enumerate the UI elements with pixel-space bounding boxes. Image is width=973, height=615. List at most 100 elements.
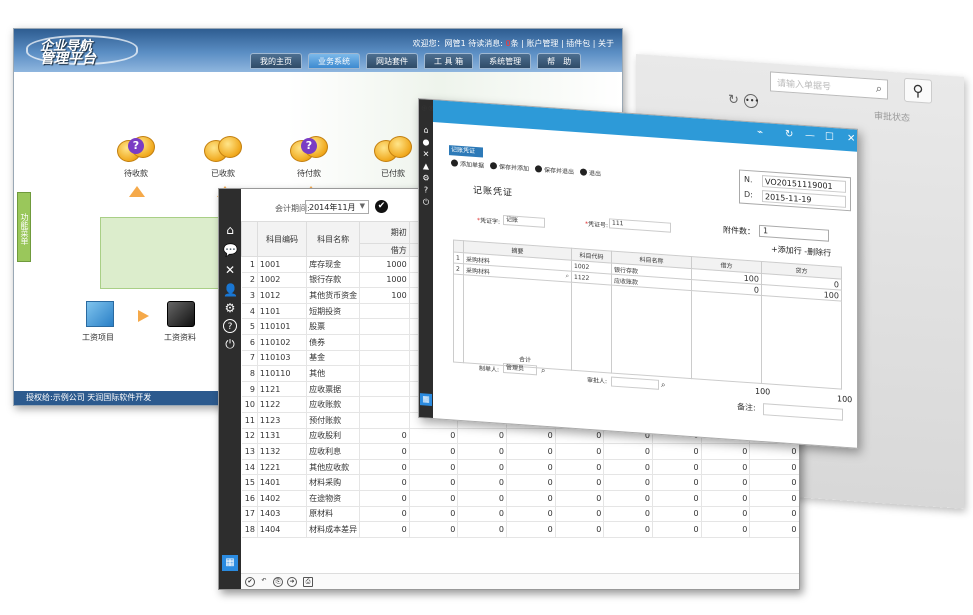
account-code-cell[interactable]: 1404 bbox=[256, 521, 307, 538]
account-code-cell[interactable]: 1221 bbox=[256, 459, 307, 476]
gear-icon[interactable]: ⚙ bbox=[223, 301, 237, 315]
user-icon[interactable]: ▲ bbox=[421, 161, 431, 172]
opening-debit-cell[interactable] bbox=[359, 412, 410, 429]
amount-cell[interactable]: 0 bbox=[749, 474, 799, 491]
amount-cell[interactable]: 0 bbox=[506, 506, 556, 523]
account-code-cell[interactable]: 1401 bbox=[256, 474, 307, 491]
voucher-tab[interactable]: 记账凭证 bbox=[449, 145, 483, 158]
opening-debit-cell[interactable] bbox=[359, 303, 410, 320]
amount-cell[interactable]: 0 bbox=[749, 490, 799, 507]
amount-cell[interactable]: 0 bbox=[651, 474, 702, 491]
amount-cell[interactable]: 0 bbox=[603, 506, 653, 523]
table-row[interactable]: 13 1132 应收利息 0 0 0 0 0 0 0 0 0 bbox=[241, 443, 799, 460]
amount-cell[interactable]: 0 bbox=[651, 443, 702, 460]
voucher-date-field[interactable]: 2015-11-19 bbox=[762, 190, 846, 208]
row-number[interactable]: 3 bbox=[241, 287, 258, 304]
row-number[interactable]: 12 bbox=[241, 428, 258, 445]
account-name-cell[interactable]: 应收账款 bbox=[306, 396, 360, 413]
opening-debit-cell[interactable]: 0 bbox=[359, 506, 410, 523]
table-row[interactable]: 16 1402 在途物资 0 0 0 0 0 0 0 0 0 bbox=[241, 490, 799, 507]
amount-cell[interactable]: 0 bbox=[700, 474, 750, 491]
account-name-cell[interactable]: 股票 bbox=[306, 318, 360, 335]
account-code-cell[interactable]: 1012 bbox=[256, 287, 307, 304]
account-code-cell[interactable]: 1123 bbox=[256, 412, 307, 429]
row-number[interactable]: 9 bbox=[241, 381, 258, 398]
account-name-cell[interactable]: 银行存款 bbox=[306, 272, 360, 289]
payable-pending-icon[interactable]: ? bbox=[290, 134, 330, 164]
amount-cell[interactable]: 0 bbox=[700, 490, 750, 507]
paid-label[interactable]: 已付款 bbox=[381, 168, 405, 179]
amount-cell[interactable]: 0 bbox=[749, 459, 799, 476]
row-number[interactable]: 15 bbox=[241, 474, 258, 491]
next-icon[interactable]: ➜ bbox=[287, 577, 297, 587]
copy-icon[interactable]: ⎘ bbox=[273, 577, 283, 587]
minimize-icon[interactable]: — bbox=[805, 130, 815, 142]
amount-cell[interactable]: 0 bbox=[651, 521, 702, 538]
tab-toolbox[interactable]: 工 具 箱 bbox=[424, 53, 474, 69]
amount-cell[interactable]: 0 bbox=[408, 428, 458, 445]
refresh-icon[interactable]: ↻ bbox=[728, 92, 739, 108]
amount-cell[interactable]: 0 bbox=[408, 443, 458, 460]
row-number[interactable]: 18 bbox=[241, 521, 258, 538]
pin-icon[interactable]: ⌁ bbox=[757, 127, 763, 138]
maximize-icon[interactable]: ☐ bbox=[825, 131, 834, 143]
maker-field[interactable]: 管理员 bbox=[503, 362, 537, 376]
add-row-button[interactable]: +添加行 bbox=[771, 245, 802, 256]
row-number[interactable]: 6 bbox=[241, 334, 258, 351]
amount-cell[interactable]: 0 bbox=[506, 459, 556, 476]
document-search-input[interactable]: 请输入单据号 ⌕ bbox=[770, 71, 888, 100]
account-code-cell[interactable]: 1122 bbox=[256, 396, 307, 413]
row-number[interactable]: 7 bbox=[241, 350, 258, 367]
opening-debit-cell[interactable]: 0 bbox=[359, 474, 410, 491]
amount-cell[interactable]: 0 bbox=[603, 443, 653, 460]
amount-cell[interactable]: 0 bbox=[651, 506, 702, 523]
account-name-cell[interactable]: 其他货币资金 bbox=[306, 287, 360, 304]
row-number[interactable]: 2 bbox=[241, 272, 258, 289]
exit-button[interactable]: 退出 bbox=[580, 167, 601, 178]
opening-debit-cell[interactable] bbox=[359, 381, 410, 398]
search-icon[interactable]: ⌕ bbox=[661, 380, 665, 390]
amount-cell[interactable]: 0 bbox=[457, 443, 507, 460]
received-label[interactable]: 已收款 bbox=[211, 168, 235, 179]
gear-icon[interactable]: ⚙ bbox=[421, 173, 431, 184]
amount-cell[interactable]: 0 bbox=[554, 474, 604, 491]
amount-cell[interactable]: 0 bbox=[506, 474, 556, 491]
attachment-count-input[interactable]: 1 bbox=[759, 224, 829, 242]
amount-cell[interactable]: 0 bbox=[457, 428, 507, 445]
amount-cell[interactable]: 0 bbox=[749, 521, 799, 538]
account-name-cell[interactable]: 材料采购 bbox=[306, 474, 360, 491]
opening-debit-cell[interactable]: 100 bbox=[359, 287, 410, 304]
more-icon[interactable]: ••• bbox=[744, 93, 759, 109]
apps-grid-icon[interactable]: ▦ bbox=[222, 555, 238, 571]
row-number[interactable]: 4 bbox=[241, 303, 258, 320]
payable-pending-label[interactable]: 待付款 bbox=[297, 168, 321, 179]
account-code-cell[interactable]: 110110 bbox=[256, 365, 307, 382]
row-number[interactable]: 10 bbox=[241, 396, 258, 413]
account-code-cell[interactable]: 1132 bbox=[256, 443, 307, 460]
row-number[interactable]: 13 bbox=[241, 443, 258, 460]
home-icon[interactable]: ⌂ bbox=[421, 125, 431, 136]
account-name-cell[interactable]: 其他 bbox=[306, 365, 360, 382]
approver-field[interactable] bbox=[611, 376, 659, 390]
amount-cell[interactable]: 0 bbox=[408, 459, 458, 476]
row-number[interactable]: 8 bbox=[241, 365, 258, 382]
tab-business[interactable]: 业务系统 bbox=[308, 53, 360, 69]
add-document-button[interactable]: 添加单据 bbox=[451, 158, 484, 170]
power-icon[interactable]: ⏻ bbox=[421, 197, 431, 208]
account-name-cell[interactable]: 债券 bbox=[306, 334, 360, 351]
opening-debit-cell[interactable] bbox=[359, 350, 410, 367]
search-icon[interactable]: ⌕ bbox=[566, 272, 569, 280]
row-number[interactable]: 14 bbox=[241, 459, 258, 476]
paid-icon[interactable] bbox=[374, 134, 414, 164]
voucher-no-input[interactable]: 111 bbox=[609, 218, 671, 233]
opening-debit-cell[interactable]: 0 bbox=[359, 428, 410, 445]
opening-debit-cell[interactable] bbox=[359, 396, 410, 413]
opening-debit-cell[interactable] bbox=[359, 318, 410, 335]
account-code-cell[interactable]: 110103 bbox=[256, 350, 307, 367]
search-icon[interactable]: ⌕ bbox=[541, 366, 545, 376]
account-name-cell[interactable]: 在途物资 bbox=[306, 490, 360, 507]
amount-cell[interactable]: 0 bbox=[457, 474, 507, 491]
tools-icon[interactable]: ✕ bbox=[421, 149, 431, 160]
account-code-cell[interactable]: 1131 bbox=[256, 428, 307, 445]
amount-cell[interactable]: 0 bbox=[603, 474, 653, 491]
